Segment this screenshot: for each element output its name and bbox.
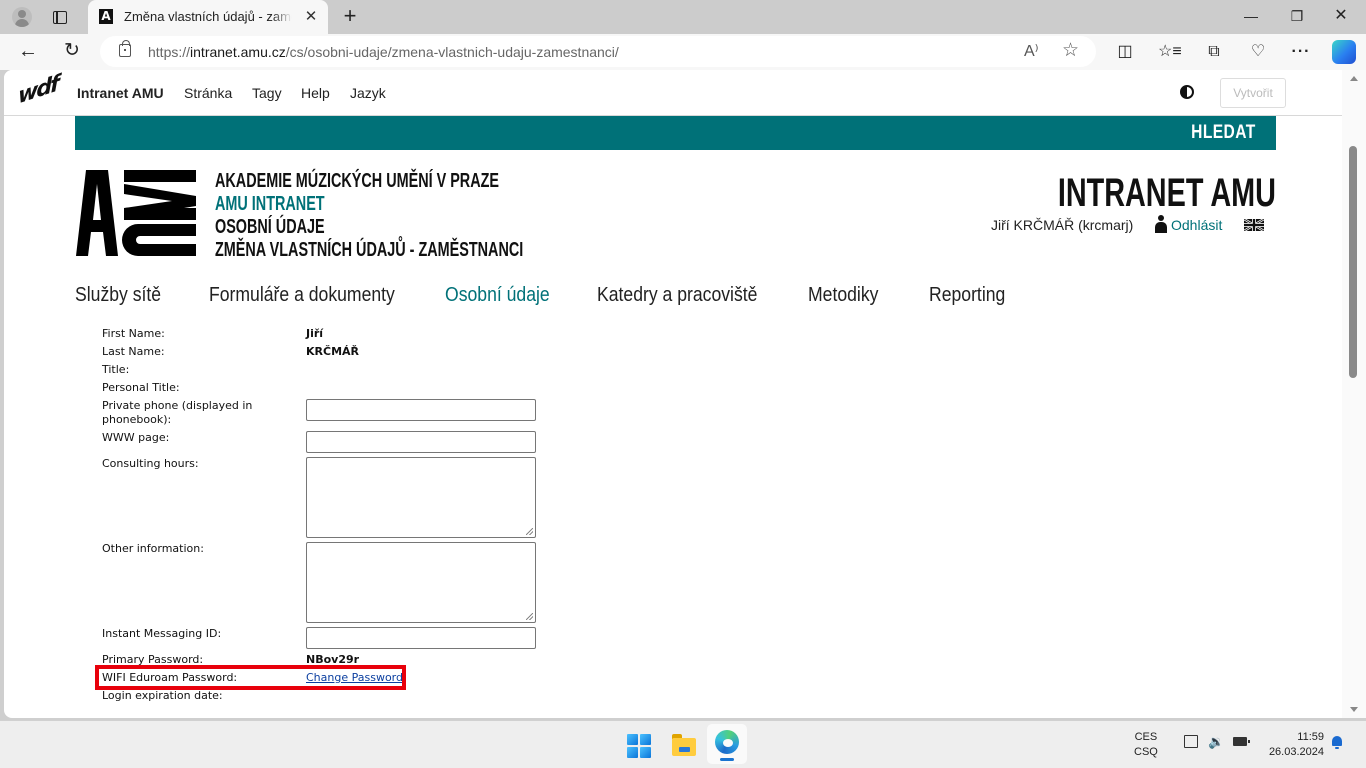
copilot-icon[interactable] xyxy=(1332,40,1356,64)
split-screen-icon[interactable]: ◫ xyxy=(1114,41,1136,63)
last-name-label: Last Name: xyxy=(102,345,165,358)
add-favorite-star-icon[interactable]: ☆ xyxy=(1062,39,1079,62)
instant-messaging-label: Instant Messaging ID: xyxy=(102,627,222,640)
nav-reporting[interactable]: Reporting xyxy=(929,284,1005,307)
create-button[interactable]: Vytvořit xyxy=(1220,78,1286,108)
consulting-hours-label: Consulting hours: xyxy=(102,457,199,470)
browser-tab-active[interactable]: A Změna vlastních údajů - zaměstnanci ✕ xyxy=(88,0,328,34)
clock-date: 26.03.2024 xyxy=(1268,746,1324,758)
admin-menu-stranka[interactable]: Stránka xyxy=(184,85,232,101)
scroll-up-arrow-icon[interactable] xyxy=(1350,76,1358,81)
login-expiration-label: Login expiration date: xyxy=(102,689,223,702)
nav-formulare-a-dokumenty[interactable]: Formuláře a dokumenty xyxy=(209,284,395,307)
breadcrumb-academy[interactable]: AKADEMIE MÚZICKÝCH UMĚNÍ V PRAZE xyxy=(215,170,499,193)
admin-menu-help[interactable]: Help xyxy=(301,85,330,101)
personal-title-label: Personal Title: xyxy=(102,381,180,394)
search-bar: HLEDAT xyxy=(75,116,1276,150)
www-page-input[interactable] xyxy=(306,431,536,453)
amu-logo[interactable] xyxy=(76,170,196,256)
nav-sluzby-site[interactable]: Služby sítě xyxy=(75,284,161,307)
collections-icon[interactable]: ⧉ xyxy=(1203,41,1225,63)
network-icon[interactable] xyxy=(1184,735,1198,748)
favorites-icon[interactable]: ☆≡ xyxy=(1158,41,1182,63)
address-bar[interactable]: https://intranet.amu.cz/cs/osobni-udaje/… xyxy=(100,36,1096,67)
title-label: Title: xyxy=(102,363,130,376)
url-scheme: https:// xyxy=(148,44,191,60)
url-path: /cs/osobni-udaje/zmena-vlastnich-udaju-z… xyxy=(285,44,619,60)
first-name-value: Jiří xyxy=(306,327,324,340)
browser-essentials-icon[interactable]: ♡ xyxy=(1247,41,1269,63)
new-tab-button[interactable]: + xyxy=(338,4,362,28)
other-information-textarea[interactable] xyxy=(306,542,536,623)
notification-bell-icon[interactable] xyxy=(1331,736,1343,749)
www-page-label: WWW page: xyxy=(102,431,170,444)
nav-osobni-udaje-active[interactable]: Osobní údaje xyxy=(445,284,550,307)
first-name-label: First Name: xyxy=(102,327,165,340)
system-clock[interactable]: 11:59 26.03.2024 xyxy=(1256,730,1324,760)
window-restore-button[interactable]: ❐ xyxy=(1282,4,1312,28)
scrollbar-thumb[interactable] xyxy=(1349,146,1357,378)
tab-close-icon[interactable]: ✕ xyxy=(302,8,320,26)
browser-tab-strip: A Změna vlastních údajů - zaměstnanci ✕ … xyxy=(0,0,1366,34)
clock-time: 11:59 xyxy=(1297,731,1324,743)
browser-toolbar: ← ↻ https://intranet.amu.cz/cs/osobni-ud… xyxy=(0,34,1366,70)
wdf-logo[interactable]: wdf xyxy=(18,72,58,110)
user-name: Jiří KRČMÁŘ (krcmarj) xyxy=(991,217,1134,233)
last-name-value: KRČMÁŘ xyxy=(306,345,359,358)
battery-icon[interactable] xyxy=(1233,737,1250,746)
scroll-down-arrow-icon[interactable] xyxy=(1350,707,1358,712)
english-flag-icon[interactable] xyxy=(1244,219,1264,231)
profile-icon[interactable] xyxy=(10,5,34,29)
tab-favicon-icon: A xyxy=(99,9,113,24)
consulting-hours-textarea[interactable] xyxy=(306,457,536,538)
windows-start-icon[interactable] xyxy=(627,734,651,758)
nav-katedry-a-pracoviste[interactable]: Katedry a pracoviště xyxy=(597,284,757,307)
private-phone-label: Private phone (displayed in phonebook): xyxy=(102,399,253,426)
url-host: intranet.amu.cz xyxy=(190,44,286,60)
window-minimize-button[interactable]: — xyxy=(1236,4,1266,28)
breadcrumb-current-page: ZMĚNA VLASTNÍCH ÚDAJŮ - ZAMĚSTNANCI xyxy=(215,239,524,261)
highlight-annotation-box xyxy=(95,665,406,690)
breadcrumb-personal-data[interactable]: OSOBNÍ ÚDAJE xyxy=(215,216,325,239)
private-phone-input[interactable] xyxy=(306,399,536,421)
admin-menu-jazyk[interactable]: Jazyk xyxy=(350,85,386,101)
tab-actions-icon[interactable] xyxy=(48,5,72,29)
admin-site-link[interactable]: Intranet AMU xyxy=(77,85,164,101)
contrast-toggle-icon[interactable] xyxy=(1180,85,1194,99)
lock-icon[interactable] xyxy=(119,40,131,57)
file-explorer-icon[interactable] xyxy=(672,734,696,756)
window-close-button[interactable]: ✕ xyxy=(1326,4,1356,28)
page-scrollbar[interactable] xyxy=(1342,70,1366,718)
admin-bar: wdf Intranet AMU Stránka Tagy Help Jazyk… xyxy=(4,70,1342,116)
nav-metodiky[interactable]: Metodiky xyxy=(808,284,878,307)
admin-menu-tagy[interactable]: Tagy xyxy=(252,85,282,101)
page-viewport: wdf Intranet AMU Stránka Tagy Help Jazyk… xyxy=(4,70,1366,718)
lang-primary: CES xyxy=(1134,731,1158,743)
tab-title: Změna vlastních údajů - zaměstnanci xyxy=(124,9,292,24)
windows-taskbar: CES CSQ 🔉 11:59 26.03.2024 xyxy=(0,720,1366,768)
reload-button[interactable]: ↻ xyxy=(60,39,84,63)
other-information-label: Other information: xyxy=(102,542,204,555)
lang-secondary: CSQ xyxy=(1134,746,1158,758)
site-title: INTRANET AMU xyxy=(1057,171,1276,215)
back-button[interactable]: ← xyxy=(16,39,40,63)
url-text[interactable]: https://intranet.amu.cz/cs/osobni-udaje/… xyxy=(148,44,619,60)
volume-icon[interactable]: 🔉 xyxy=(1208,734,1224,750)
read-aloud-icon[interactable]: A⁾ xyxy=(1024,41,1039,61)
instant-messaging-input[interactable] xyxy=(306,627,536,649)
logout-link[interactable]: Odhlásit xyxy=(1171,217,1222,233)
breadcrumb-intranet[interactable]: AMU INTRANET xyxy=(215,193,325,216)
edge-taskbar-icon[interactable] xyxy=(707,724,747,764)
user-icon xyxy=(1155,215,1167,233)
input-language-indicator[interactable]: CES CSQ xyxy=(1134,730,1158,760)
search-button[interactable]: HLEDAT xyxy=(1192,122,1256,144)
more-options-icon[interactable]: ··· xyxy=(1290,41,1312,63)
